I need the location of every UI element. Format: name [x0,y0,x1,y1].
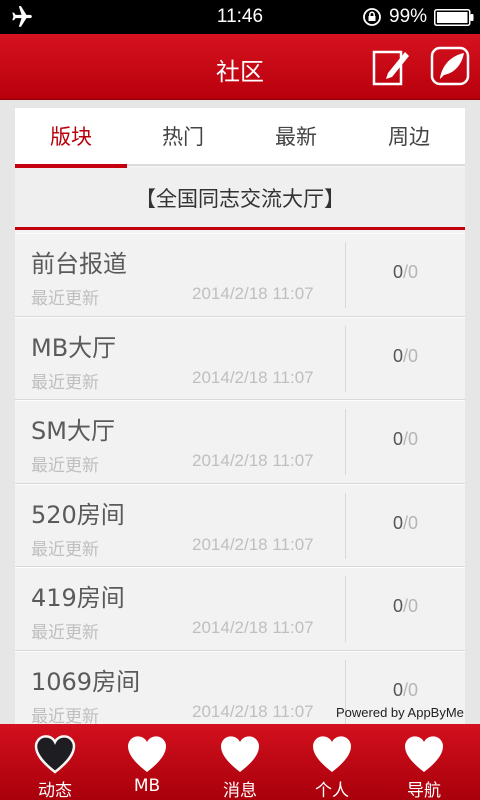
update-date: 2014/2/18 11:07 [192,284,314,303]
update-date: 2014/2/18 11:07 [192,367,314,387]
board-name: SM大厅 [31,417,115,445]
list-item[interactable]: SM大厅 最近更新 2014/2/18 11:07 0/0 [15,400,465,484]
heart-icon [221,736,259,772]
post-count: 0/0 [392,262,419,282]
post-count: 0/0 [392,429,419,449]
battery-percent: 99% [389,6,428,27]
feather-icon[interactable] [430,46,470,86]
nav-label: 消息 [223,781,257,800]
tab-latest[interactable]: 最新 [240,108,352,166]
rotation-lock-icon [363,8,381,26]
app-header: 社区 [0,34,480,100]
nav-item-mb[interactable]: MB [99,724,195,800]
nav-item-navigation[interactable]: 导航 [376,724,472,800]
nav-label: 个人 [315,781,349,800]
list-item[interactable]: 520房间 最近更新 2014/2/18 11:07 0/0 [15,483,465,567]
bottom-nav: 动态 MB 消息 个人 导航 [0,724,480,800]
tab-nearby[interactable]: 周边 [353,108,465,166]
update-date: 2014/2/18 11:07 [192,701,314,721]
nav-label: 动态 [38,781,72,800]
status-bar: 11:46 99% [0,0,480,34]
board-name: 前台报道 [31,250,127,278]
update-label: 最近更新 [31,539,99,560]
update-label: 最近更新 [31,456,99,476]
update-label: 最近更新 [31,289,99,309]
board-list: 前台报道 最近更新 2014/2/18 11:07 0/0 MB大厅 最近更新 … [15,233,465,728]
tab-bar: 版块 热门 最新 周边 [15,108,465,168]
update-label: 最近更新 [31,372,99,393]
compose-icon[interactable] [372,47,410,87]
nav-item-feed[interactable]: 动态 [7,724,103,800]
update-date: 2014/2/18 11:07 [192,451,314,470]
list-item[interactable]: 419房间 最近更新 2014/2/18 11:07 0/0 [15,567,465,651]
heart-icon [128,736,166,772]
section-header: 【全国同志交流大厅】 [15,168,465,230]
update-label: 最近更新 [31,706,99,727]
post-count: 0/0 [392,596,419,616]
list-item[interactable]: MB大厅 最近更新 2014/2/18 11:07 0/0 [15,316,465,400]
heart-icon [313,736,351,772]
update-label: 最近更新 [31,623,99,643]
list-item[interactable]: 前台报道 最近更新 2014/2/18 11:07 0/0 [15,233,465,317]
board-name: MB大厅 [31,333,117,362]
tab-board[interactable]: 版块 [15,108,127,168]
battery-icon [434,9,474,26]
tab-hot[interactable]: 热门 [127,108,239,166]
nav-label: 导航 [407,781,441,800]
heart-icon [405,736,443,772]
nav-label: MB [133,776,161,796]
board-name: 520房间 [31,500,125,529]
post-count: 0/0 [392,345,419,366]
update-date: 2014/2/18 11:07 [192,618,314,637]
post-count: 0/0 [392,679,419,700]
post-count: 0/0 [392,512,419,533]
update-date: 2014/2/18 11:07 [192,534,314,554]
board-name: 1069房间 [31,667,141,696]
nav-item-messages[interactable]: 消息 [192,724,288,800]
powered-by-text: Powered by AppByMe [336,705,464,720]
nav-item-profile[interactable]: 个人 [284,724,380,800]
heart-dark-icon [34,735,76,774]
board-name: 419房间 [31,584,125,612]
forum-card: 版块 热门 最新 周边 【全国同志交流大厅】 前台报道 最近更新 2014/2/… [15,108,465,728]
